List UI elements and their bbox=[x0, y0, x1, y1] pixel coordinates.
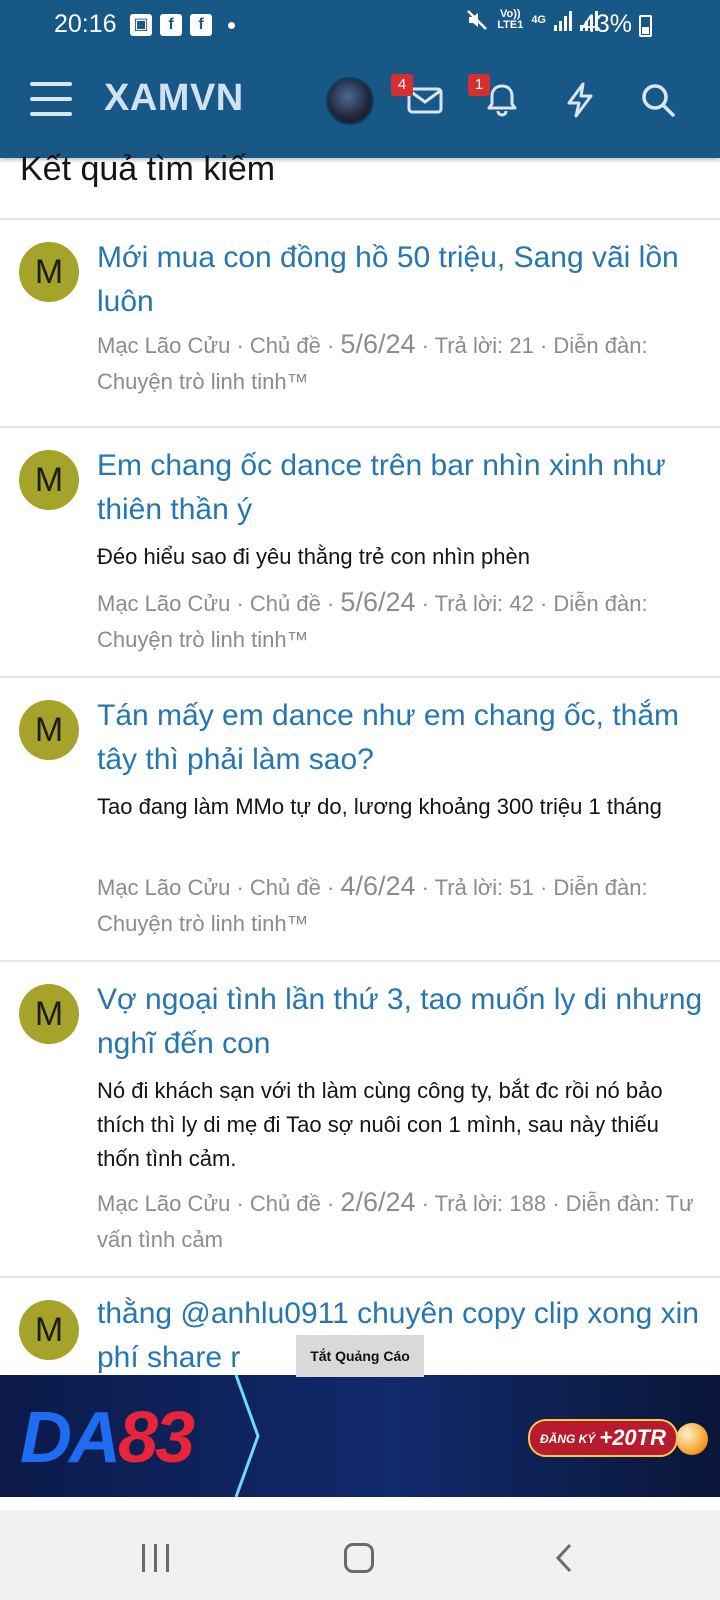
ad-logo: DA83 bbox=[20, 1397, 195, 1479]
ad-bottom-strip bbox=[0, 1497, 720, 1511]
forum-link[interactable]: Chuyện trò linh tinh™ bbox=[97, 911, 309, 936]
ad-cta-text: +20TR bbox=[599, 1425, 666, 1450]
author-link[interactable]: Mạc Lão Cửu bbox=[97, 591, 230, 616]
alerts-button[interactable]: 1 bbox=[468, 74, 526, 124]
football-icon bbox=[676, 1423, 708, 1455]
facebook-notification-icon: f bbox=[160, 14, 182, 36]
search-result: M Mới mua con đồng hồ 50 triệu, Sang vãi… bbox=[0, 220, 720, 428]
result-title-link[interactable]: Mới mua con đồng hồ 50 triệu, Sang vãi l… bbox=[97, 236, 707, 324]
content-type: Chủ đề bbox=[249, 333, 321, 358]
inbox-count-badge: 4 bbox=[391, 74, 413, 96]
forum-label: Diễn đàn: bbox=[553, 333, 648, 358]
facebook-notification-icon-2: f bbox=[190, 14, 212, 36]
reply-count: Trả lời: 188 bbox=[434, 1191, 547, 1216]
app-header: XAMVN 4 1 bbox=[0, 50, 720, 158]
ad-register-button[interactable]: ĐĂNG KÝ +20TR bbox=[528, 1419, 678, 1457]
lte-text: LTE1 bbox=[497, 19, 524, 31]
result-meta: Mạc Lão Cửu · Chủ đề · 4/6/24 · Trả lời:… bbox=[97, 871, 648, 936]
status-bar: 20:16 ▣ f f Vo)) LTE1 4G 43% bbox=[0, 0, 720, 50]
ad-banner[interactable]: DA83 ĐĂNG KÝ +20TR bbox=[0, 1375, 720, 1497]
author-link[interactable]: Mạc Lão Cửu bbox=[97, 333, 230, 358]
home-button[interactable] bbox=[344, 1543, 374, 1573]
battery-percent: 43% bbox=[581, 10, 632, 38]
forum-link[interactable]: Chuyện trò linh tinh™ bbox=[97, 627, 309, 652]
reply-count: Trả lời: 21 bbox=[434, 333, 534, 358]
post-date: 5/6/24 bbox=[340, 587, 416, 617]
author-avatar[interactable]: M bbox=[19, 450, 79, 510]
hamburger-line bbox=[30, 112, 72, 116]
author-avatar[interactable]: M bbox=[19, 242, 79, 302]
status-time: 20:16 bbox=[54, 10, 117, 38]
result-snippet: Tao đang làm MMo tự do, lương khoảng 300… bbox=[97, 794, 662, 819]
menu-button[interactable] bbox=[30, 82, 72, 120]
forum-link[interactable]: Chuyện trò linh tinh™ bbox=[97, 369, 309, 394]
post-date: 4/6/24 bbox=[340, 871, 416, 901]
result-title-link[interactable]: Em chang ốc dance trên bar nhìn xinh như… bbox=[97, 444, 707, 532]
search-result: M Em chang ốc dance trên bar nhìn xinh n… bbox=[0, 428, 720, 678]
back-button[interactable] bbox=[554, 1543, 574, 1573]
mute-icon bbox=[467, 10, 488, 30]
post-date: 5/6/24 bbox=[340, 329, 416, 359]
search-result: M Vợ ngoại tình lần thứ 3, tao muốn ly d… bbox=[0, 962, 720, 1278]
site-logo[interactable]: XAMVN bbox=[104, 77, 244, 120]
content-type: Chủ đề bbox=[249, 875, 321, 900]
network-type: 4G bbox=[531, 13, 546, 26]
author-link[interactable]: Mạc Lão Cửu bbox=[97, 1191, 230, 1216]
volte-lte-label: Vo)) LTE1 bbox=[497, 9, 523, 31]
result-snippet: Đéo hiểu sao đi yêu thằng trẻ con nhìn p… bbox=[97, 544, 530, 569]
author-avatar[interactable]: M bbox=[19, 984, 79, 1044]
search-result: M Tán mấy em dance như em chang ốc, thắm… bbox=[0, 678, 720, 962]
reply-count: Trả lời: 42 bbox=[434, 591, 534, 616]
post-date: 2/6/24 bbox=[340, 1187, 416, 1217]
reply-count: Trả lời: 51 bbox=[434, 875, 534, 900]
result-title-link[interactable]: Tán mấy em dance như em chang ốc, thắm t… bbox=[97, 694, 707, 782]
ad-cta-small: ĐĂNG KÝ bbox=[540, 1432, 596, 1447]
gallery-notification-icon: ▣ bbox=[130, 14, 152, 36]
inbox-button[interactable]: 4 bbox=[391, 74, 449, 124]
author-link[interactable]: Mạc Lão Cửu bbox=[97, 875, 230, 900]
content-type: Chủ đề bbox=[249, 1191, 321, 1216]
alerts-count-badge: 1 bbox=[468, 74, 490, 96]
ad-chevron-icon bbox=[234, 1375, 260, 1497]
battery-icon bbox=[639, 15, 652, 37]
result-title-link[interactable]: Vợ ngoại tình lần thứ 3, tao muốn ly di … bbox=[97, 978, 707, 1066]
ad-logo-da: DA bbox=[20, 1398, 121, 1478]
forum-label: Diễn đàn: bbox=[553, 591, 648, 616]
result-meta: Mạc Lão Cửu · Chủ đề · 5/6/24 · Trả lời:… bbox=[97, 587, 648, 652]
forum-label: Diễn đàn: bbox=[565, 1191, 660, 1216]
user-avatar[interactable] bbox=[326, 77, 374, 125]
forum-label: Diễn đàn: bbox=[553, 875, 648, 900]
author-avatar[interactable]: M bbox=[19, 700, 79, 760]
search-icon bbox=[642, 84, 675, 117]
result-snippet: Nó đi khách sạn với th làm cùng công ty,… bbox=[97, 1078, 663, 1171]
whats-new-button[interactable] bbox=[560, 80, 604, 124]
search-button[interactable] bbox=[638, 80, 682, 124]
author-avatar[interactable]: M bbox=[19, 1300, 79, 1360]
signal-icon bbox=[554, 9, 572, 31]
hamburger-line bbox=[30, 82, 72, 86]
system-nav-bar bbox=[0, 1510, 720, 1600]
recent-apps-button[interactable] bbox=[142, 1544, 172, 1572]
page-title: Kết quả tìm kiếm bbox=[20, 150, 276, 188]
hamburger-line bbox=[30, 97, 72, 101]
close-ad-button[interactable]: Tắt Quảng Cáo bbox=[296, 1335, 424, 1377]
lightning-icon bbox=[567, 82, 593, 118]
ad-logo-number: 83 bbox=[118, 1398, 195, 1478]
result-meta: Mạc Lão Cửu · Chủ đề · 2/6/24 · Trả lời:… bbox=[97, 1187, 694, 1252]
more-notifications-dot-icon bbox=[228, 21, 235, 29]
content-type: Chủ đề bbox=[249, 591, 321, 616]
result-meta: Mạc Lão Cửu · Chủ đề · 5/6/24 · Trả lời:… bbox=[97, 329, 648, 394]
status-notification-icons: ▣ f f bbox=[130, 14, 235, 36]
